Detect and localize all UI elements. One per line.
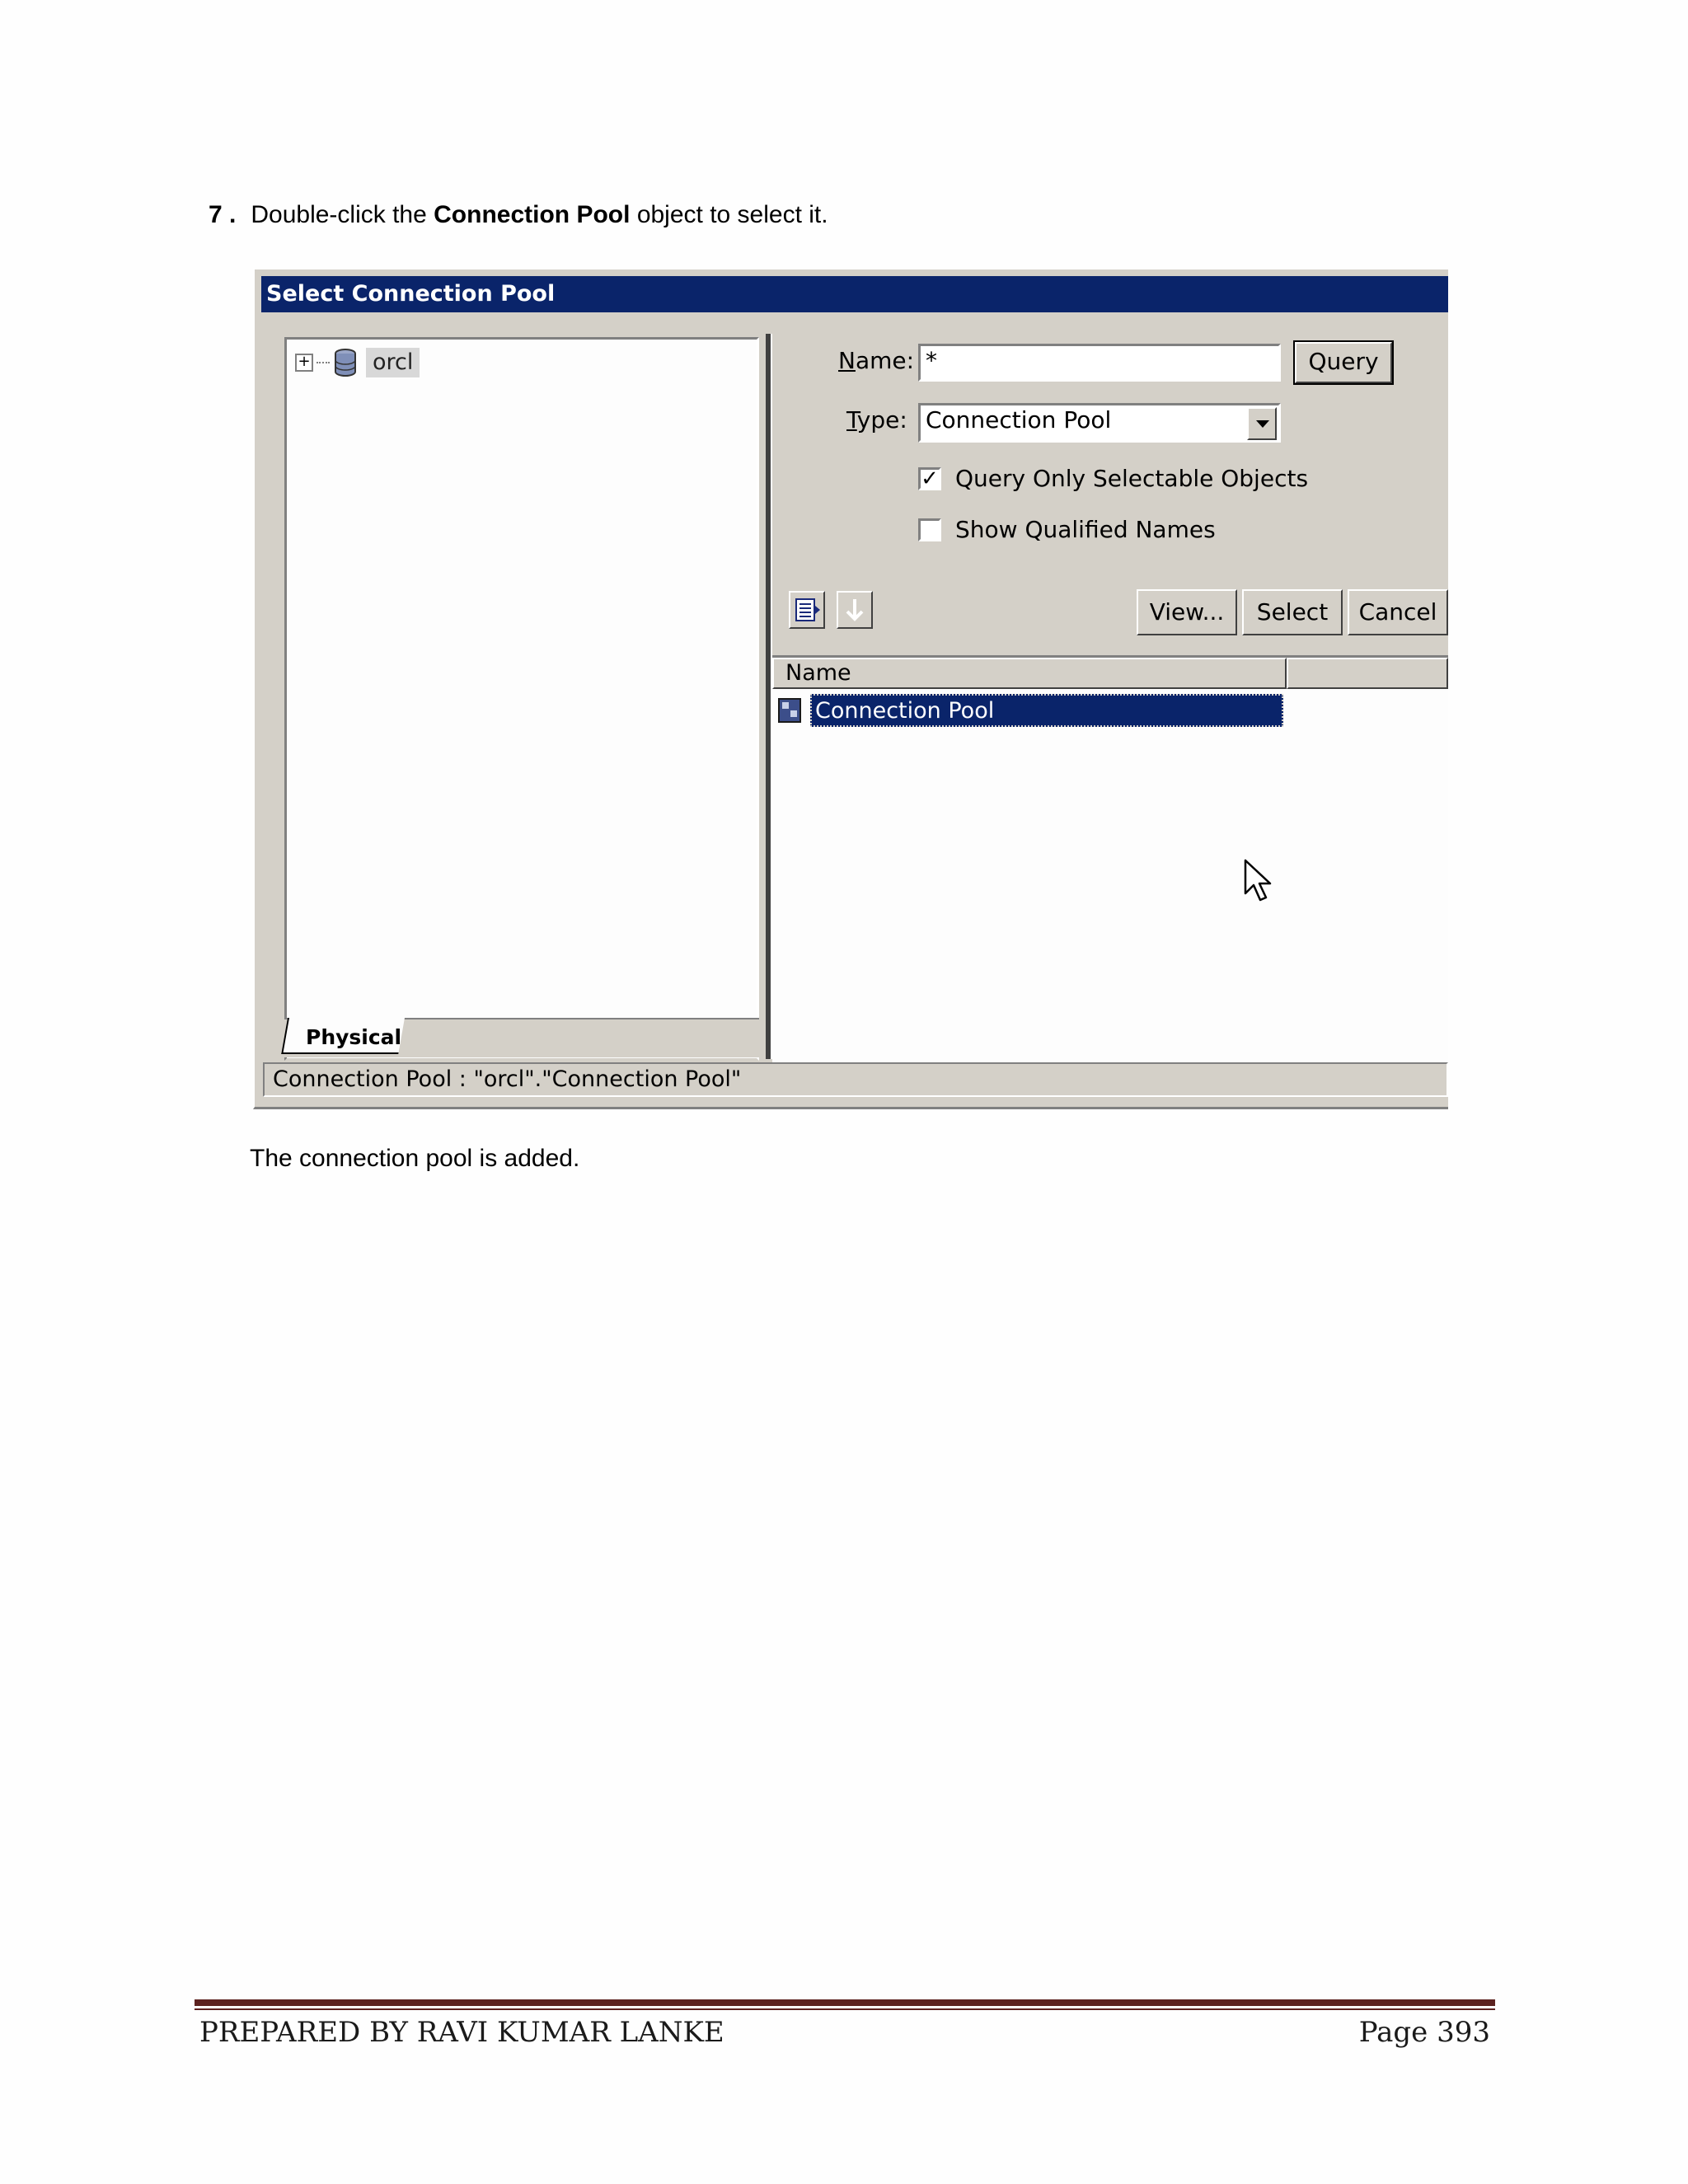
- instruction-bold-term: Connection Pool: [434, 201, 631, 228]
- dialog-screenshot: Select Connection Pool + orcl Physical N…: [253, 268, 1448, 1109]
- tree-node-label[interactable]: orcl: [366, 348, 420, 377]
- arrow-down-icon: [846, 599, 864, 621]
- connection-pool-icon: [778, 698, 801, 723]
- tree-pane[interactable]: + orcl: [284, 337, 759, 1061]
- show-qualified-names-label[interactable]: Show Qualified Names: [955, 515, 1216, 545]
- type-label: Type:: [846, 406, 907, 434]
- instruction-text-after: object to select it.: [636, 201, 828, 228]
- name-label: Name:: [838, 347, 915, 374]
- query-only-selectable-checkbox[interactable]: ✓: [918, 467, 941, 490]
- instruction-text-before: Double-click the: [251, 201, 427, 228]
- database-icon: [335, 349, 356, 377]
- tree-connector: [316, 362, 330, 363]
- show-qualified-names-checkbox[interactable]: [918, 518, 941, 541]
- instruction-step: 7 . Double-click the Connection Pool obje…: [209, 200, 828, 230]
- column-header-blank[interactable]: [1287, 658, 1448, 689]
- expand-icon[interactable]: +: [295, 354, 313, 372]
- footer-rule: [195, 1999, 1495, 2006]
- list-view-icon: [795, 598, 820, 621]
- dialog-title: Select Connection Pool: [261, 276, 1448, 312]
- select-button[interactable]: Select: [1242, 589, 1343, 635]
- tab-strip: Physical: [281, 1018, 759, 1057]
- caption-text: The connection pool is added.: [250, 1145, 580, 1172]
- list-view-button[interactable]: [789, 591, 825, 629]
- list-item-label[interactable]: Connection Pool: [810, 694, 1283, 727]
- query-only-selectable-label[interactable]: Query Only Selectable Objects: [955, 464, 1308, 494]
- footer-rule-thin: [195, 2008, 1495, 2010]
- type-select-value: Connection Pool: [926, 406, 1112, 434]
- page-number: Page 393: [1358, 2016, 1490, 2049]
- pane-splitter[interactable]: [766, 334, 772, 1059]
- status-bar: Connection Pool : "orcl"."Connection Poo…: [263, 1062, 1448, 1097]
- type-select[interactable]: Connection Pool: [918, 403, 1281, 443]
- cancel-button[interactable]: Cancel: [1348, 589, 1448, 635]
- dropdown-arrow-icon[interactable]: [1247, 407, 1277, 440]
- list-item[interactable]: Connection Pool: [776, 694, 1287, 727]
- column-header-name[interactable]: Name: [772, 658, 1287, 689]
- step-number: 7 .: [209, 201, 237, 228]
- footer-author: PREPARED BY RAVI KUMAR LANKE: [199, 2016, 724, 2049]
- tab-physical-label[interactable]: Physical: [306, 1023, 401, 1052]
- move-down-button[interactable]: [837, 591, 873, 629]
- name-input[interactable]: *: [918, 344, 1281, 382]
- view-button[interactable]: View...: [1137, 589, 1237, 635]
- mouse-cursor-icon: [1244, 859, 1272, 902]
- tree-node-orcl[interactable]: + orcl: [295, 346, 420, 379]
- results-list[interactable]: Name Connection Pool: [772, 655, 1448, 1063]
- query-button[interactable]: Query: [1293, 340, 1394, 385]
